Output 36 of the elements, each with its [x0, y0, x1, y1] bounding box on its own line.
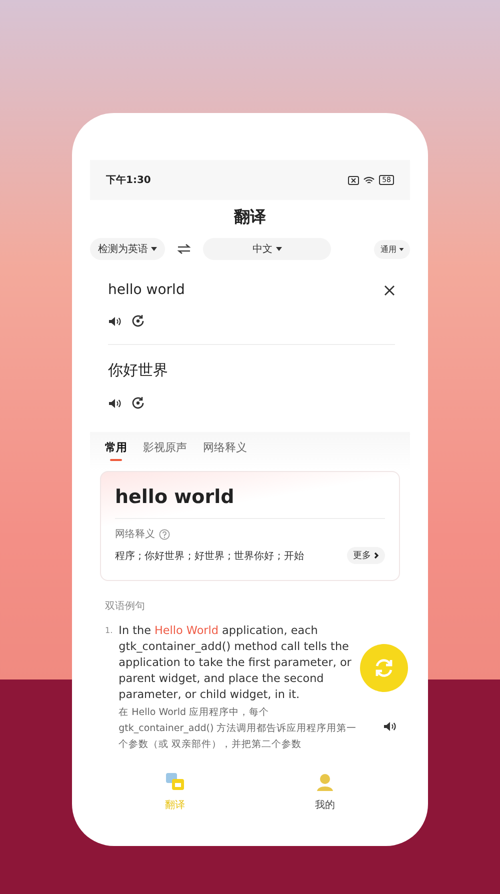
- example-translation: 在 Hello World 应用程序中，每个 gtk_container_add() 方法调用都告诉应用程序用第一个参数（或 双亲部件），并把第二个参数: [118, 706, 358, 752]
- more-button[interactable]: 更多: [347, 547, 385, 564]
- speaker-icon[interactable]: [383, 721, 396, 732]
- caret-icon: [151, 247, 158, 252]
- section-heading: 双语例句: [105, 600, 146, 613]
- tab[interactable]: 影视原声: [143, 440, 187, 463]
- translate-icon: [165, 772, 185, 792]
- headword: hello world: [115, 486, 236, 508]
- chevron-icon: [374, 552, 379, 560]
- caret-icon: [399, 248, 404, 251]
- meanings-text: 程序 ; 你好世界 ; 好世界 ; 世界你好 ; 开始: [115, 550, 304, 562]
- caret-icon: [276, 247, 282, 252]
- input-text[interactable]: hello world: [108, 282, 185, 298]
- nav-item[interactable]: 我的: [309, 771, 341, 813]
- domain-button[interactable]: 通用: [374, 240, 410, 258]
- tab[interactable]: 常用: [105, 440, 127, 463]
- speaker-icon[interactable]: [108, 398, 121, 408]
- replay-icon[interactable]: [131, 396, 145, 410]
- sim-icon: [348, 176, 360, 184]
- person-icon: [315, 772, 335, 792]
- target-language-button[interactable]: 中文: [203, 238, 332, 260]
- replay-icon[interactable]: [131, 314, 145, 328]
- example-sentence: In the Hello World application, each gtk_container_add() method call tells the application to take the first parameter, or parent widget, and place the second parameter, or child widget, in it.: [118, 623, 352, 703]
- translation-text: 你好世界: [108, 361, 169, 380]
- source-language-button[interactable]: 检测为英语: [90, 238, 166, 260]
- page-title: 翻译: [232, 207, 267, 228]
- list-number: 1.: [105, 625, 113, 637]
- swap-icon[interactable]: [177, 244, 192, 254]
- refresh-icon: [373, 658, 395, 678]
- wifi-icon: [363, 176, 376, 184]
- section-label: 网络释义: [115, 528, 155, 541]
- tab[interactable]: 网络释义: [203, 440, 247, 463]
- close-icon[interactable]: [384, 284, 395, 296]
- speaker-icon[interactable]: [108, 316, 121, 326]
- status-time: 下午1:30: [106, 174, 151, 187]
- help-icon[interactable]: [159, 528, 170, 540]
